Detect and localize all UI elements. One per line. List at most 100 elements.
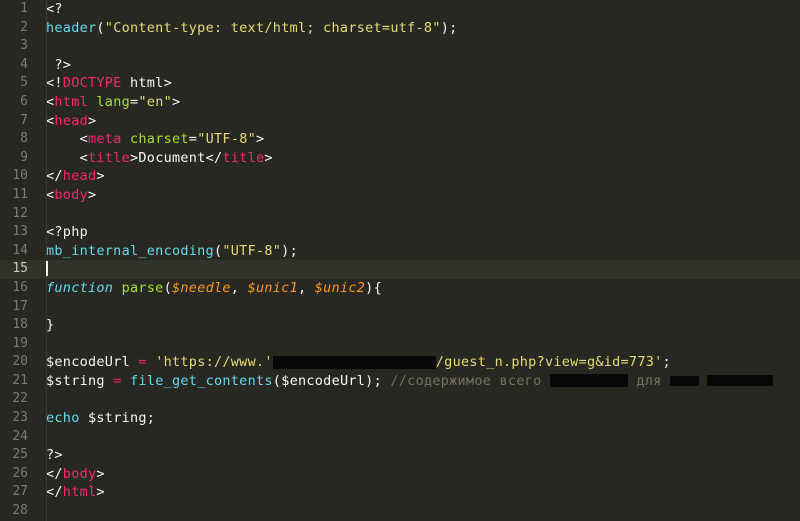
code-editor[interactable]: 1 <? 2 header("Content-type: text/html; cha… [0,0,800,521]
code-line-content[interactable]: <html lang="en"> [36,92,800,112]
code-line-content[interactable]: <head> [36,111,800,131]
code-line-content[interactable]: </body> [36,464,800,484]
code-line[interactable]: 13 <?php [0,223,800,242]
line-number: 12 [0,204,36,224]
token-tag: meta [88,131,122,148]
token-punc: , [230,279,248,296]
code-line-content[interactable] [36,297,800,317]
token-punc: > [172,93,181,110]
indent-guide-icon [46,409,47,428]
token-punc: ){ [365,279,382,296]
code-line-content[interactable]: header("Content-type: text/html; charset… [36,18,800,38]
token-str: 'https://www.' [155,354,273,371]
code-line[interactable]: 9 <title>Document</title> [0,148,800,168]
line-number: 22 [0,390,36,410]
code-line-content[interactable]: <? [36,0,800,19]
code-line[interactable]: 7 <head> [0,111,800,131]
token-plain: html> [121,75,172,92]
code-line-content[interactable] [36,502,800,521]
line-number: 16 [0,278,36,298]
line-number: 2 [0,18,36,38]
code-line[interactable]: 5 <!DOCTYPE html> [0,74,800,93]
code-line-content[interactable]: function parse($needle, $unic1, $unic2){ [36,278,800,298]
line-number: 7 [0,111,36,131]
code-line-content[interactable]: ?> [36,446,800,465]
token-punc: < [79,131,88,148]
code-line[interactable]: 20 $encodeUrl = 'https://www.' /guest_n.ph… [0,353,800,372]
code-line[interactable]: 8 <meta charset="UTF-8"> [0,130,800,149]
code-line[interactable]: 19 [0,334,800,354]
code-line-content[interactable]: <!DOCTYPE html> [36,74,800,93]
code-line[interactable]: 10 </head> [0,167,800,186]
token-param: $needle [172,279,231,296]
token-comment [699,373,707,389]
code-line-content[interactable] [36,260,800,279]
indent-guide-icon [46,204,47,224]
line-number: 3 [0,37,36,56]
indent-guide-icon [46,483,47,503]
code-line[interactable]: 4 ?> [0,55,800,75]
redaction-bar [549,374,628,388]
code-line[interactable]: 22 [0,390,800,410]
token-func: file_get_contents [130,372,273,389]
token-param: $unic1 [247,279,298,296]
code-line[interactable]: 21 $string = file_get_contents($encodeUrl… [0,371,800,391]
code-line[interactable]: 3 [0,37,800,56]
code-line[interactable]: 24 [0,427,800,447]
token-punc: > [88,112,97,129]
code-line[interactable]: 27 </html> [0,483,800,503]
code-line-content[interactable]: mb_internal_encoding("UTF-8"); [36,241,800,261]
token-plain: = [188,131,198,148]
token-func: mb_internal_encoding [46,242,214,259]
code-line[interactable]: 6 <html lang="en"> [0,92,800,112]
token-punc: > [256,131,265,148]
line-number: 9 [0,148,36,168]
token-var: $encodeUrl [281,372,366,389]
code-line-content[interactable]: <title>Document</title> [36,148,800,168]
code-line-content[interactable] [36,204,800,224]
token-punc: </ [46,465,63,482]
indent-guide-icon [46,502,47,521]
line-number: 11 [0,185,36,205]
code-line-content[interactable]: $string = file_get_contents($encodeUrl);… [36,371,800,391]
code-line[interactable]: 28 [0,502,800,521]
code-line[interactable]: 16 function parse($needle, $unic1, $unic2… [0,278,800,298]
code-line[interactable]: 11 <body> [0,185,800,205]
code-line[interactable]: 23 echo $string; [0,409,800,428]
indent-guide-icon [46,353,47,372]
code-line[interactable]: 12 [0,204,800,224]
code-line-content[interactable]: <body> [36,185,800,205]
token-str: "Content-type: text/html; charset=utf-8" [104,19,441,36]
line-number: 5 [0,74,36,93]
token-punc: ?> [46,447,63,464]
indent-guide-icon [46,241,47,261]
code-line-content[interactable]: <meta charset="UTF-8"> [36,130,800,149]
token-tag: body [62,465,97,482]
line-number: 13 [0,223,36,242]
code-line-content[interactable]: </html> [36,483,800,503]
code-line-content[interactable] [36,427,800,447]
code-line[interactable]: 26 </body> [0,464,800,484]
code-line-content[interactable]: </head> [36,167,800,186]
code-line-content[interactable]: echo $string; [36,409,800,428]
code-line[interactable]: 17 [0,297,800,317]
code-line-content[interactable]: $encodeUrl = 'https://www.' /guest_n.php?… [36,353,800,372]
code-line-content[interactable]: <?php [36,223,800,242]
code-line-content[interactable] [36,390,800,410]
code-line[interactable]: 2 header("Content-type: text/html; charse… [0,18,800,38]
code-line[interactable]: 25 ?> [0,446,800,465]
code-line-content[interactable] [36,334,800,354]
token-param: $unic2 [314,279,366,296]
code-line-content[interactable]: ?> [36,55,800,75]
code-line[interactable]: 18} [0,316,800,335]
indent-guide-icon [46,334,47,354]
code-line[interactable]: 15 [0,260,800,279]
code-line[interactable]: 1 <? [0,0,800,19]
redaction-bar [669,375,699,386]
code-line-content[interactable]: } [36,316,800,335]
code-line-content[interactable] [36,37,800,56]
code-line[interactable]: 14 mb_internal_encoding("UTF-8"); [0,241,800,261]
token-punc: <?php [46,224,88,241]
